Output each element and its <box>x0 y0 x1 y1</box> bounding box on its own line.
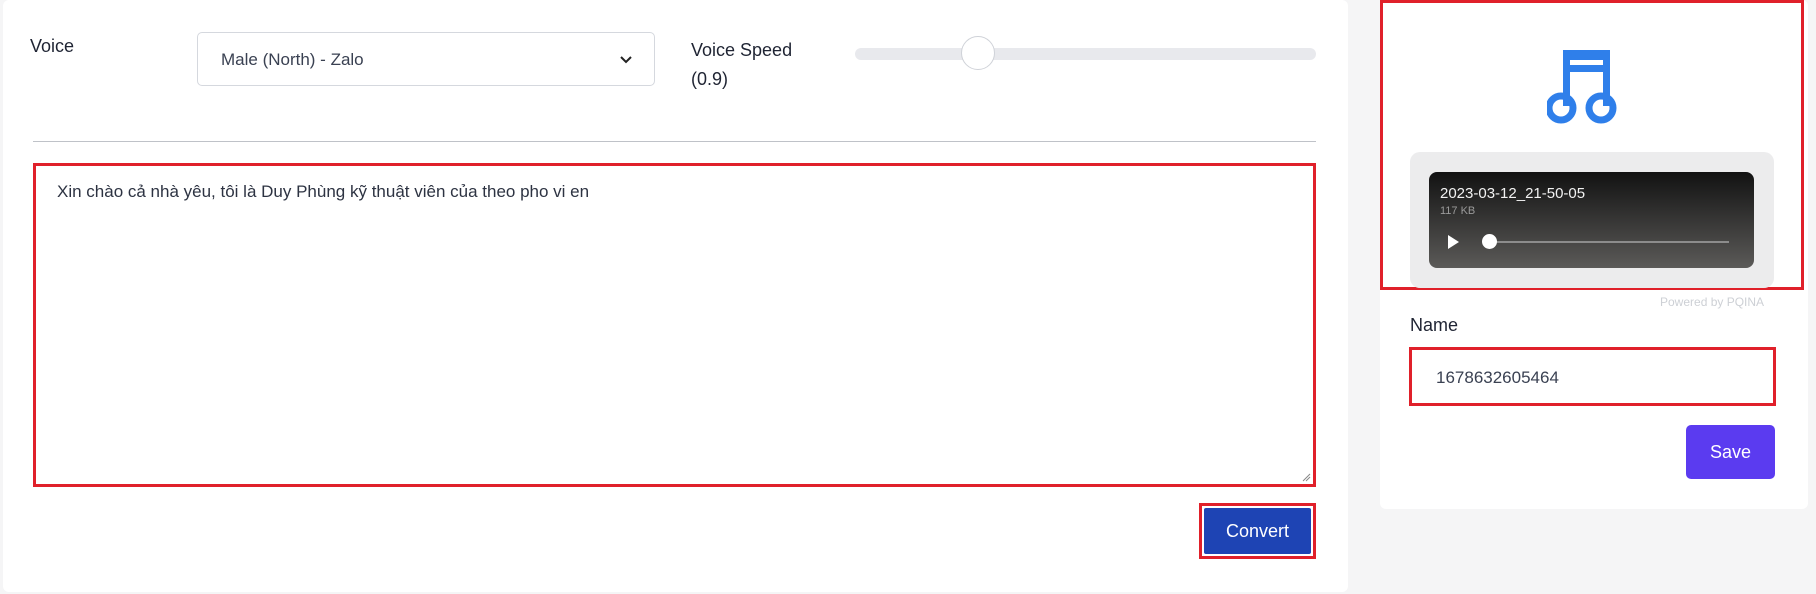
audio-player: 2023-03-12_21-50-05 117 KB <box>1429 172 1754 268</box>
audio-progress-handle[interactable] <box>1482 234 1497 249</box>
name-input[interactable]: 1678632605464 <box>1409 347 1776 406</box>
voice-select-value: Male (North) - Zalo <box>221 50 364 69</box>
audio-file-name: 2023-03-12_21-50-05 <box>1440 185 1586 202</box>
voice-speed-slider[interactable] <box>855 48 1316 60</box>
voice-speed-title: Voice Speed <box>691 40 793 60</box>
audio-progress-track[interactable] <box>1483 241 1729 243</box>
name-input-value: 1678632605464 <box>1436 368 1559 387</box>
text-input[interactable]: Xin chào cả nhà yêu, tôi là Duy Phùng kỹ… <box>33 163 1316 487</box>
play-icon[interactable] <box>1446 234 1460 250</box>
save-button[interactable]: Save <box>1686 425 1775 479</box>
voice-speed-label: Voice Speed (0.9) <box>691 36 792 94</box>
voice-speed-value: (0.9) <box>691 69 729 89</box>
audio-file-size: 117 KB <box>1440 205 1476 217</box>
voice-speed-slider-handle[interactable] <box>961 36 995 70</box>
resize-handle-icon[interactable] <box>1302 473 1311 482</box>
chevron-down-icon <box>620 56 632 64</box>
voice-label: Voice <box>30 36 75 56</box>
voice-select[interactable]: Male (North) - Zalo <box>197 32 655 86</box>
name-label: Name <box>1410 315 1459 335</box>
music-note-icon <box>1547 50 1617 124</box>
divider <box>33 141 1316 142</box>
text-input-value: Xin chào cả nhà yêu, tôi là Duy Phùng kỹ… <box>57 182 590 201</box>
convert-button[interactable]: Convert <box>1204 508 1311 554</box>
powered-by-text: Powered by PQINA <box>1660 295 1765 309</box>
convert-button-frame: Convert <box>1199 503 1316 559</box>
